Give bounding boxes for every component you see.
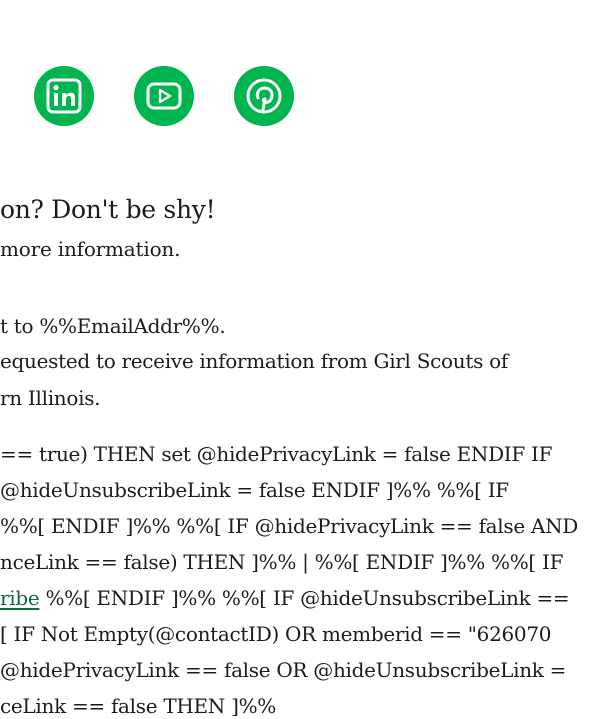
template-code-line: [ IF Not Empty(@contactID) OR memberid =… [0,622,552,646]
youtube-button[interactable] [134,66,194,126]
linkedin-button[interactable] [34,66,94,126]
requested-text-line2: rn Illinois. [0,386,101,410]
pinterest-icon [246,78,282,114]
linkedin-icon [46,78,82,114]
pinterest-button[interactable] [234,66,294,126]
template-code-line: %%[ ENDIF ]%% %%[ IF @hidePrivacyLink ==… [0,514,579,538]
template-code-line: @hidePrivacyLink == false OR @hideUnsubs… [0,658,567,682]
unsubscribe-link[interactable]: ribe [0,586,40,610]
sent-to-text: t to %%EmailAddr%%. [0,314,226,338]
footer-content: on? Don't be shy! more information. t to… [0,190,604,719]
template-code-line: ceLink == false THEN ]%% [0,694,276,718]
template-code-line: ribe %%[ ENDIF ]%% %%[ IF @hideUnsubscri… [0,586,570,610]
template-code-line: @hideUnsubscribeLink = false ENDIF ]%% %… [0,478,509,502]
youtube-icon [146,82,182,110]
template-code-text: %%[ ENDIF ]%% %%[ IF @hideUnsubscribeLin… [39,586,570,610]
social-links [0,66,604,128]
template-code-line: nceLink == false) THEN ]%% | %%[ ENDIF ]… [0,550,564,574]
template-code-line: == true) THEN set @hidePrivacyLink = fal… [0,442,553,466]
contact-subline: more information. [0,237,181,261]
contact-headline: on? Don't be shy! [0,195,216,224]
requested-text-line1: equested to receive information from Gir… [0,349,508,373]
